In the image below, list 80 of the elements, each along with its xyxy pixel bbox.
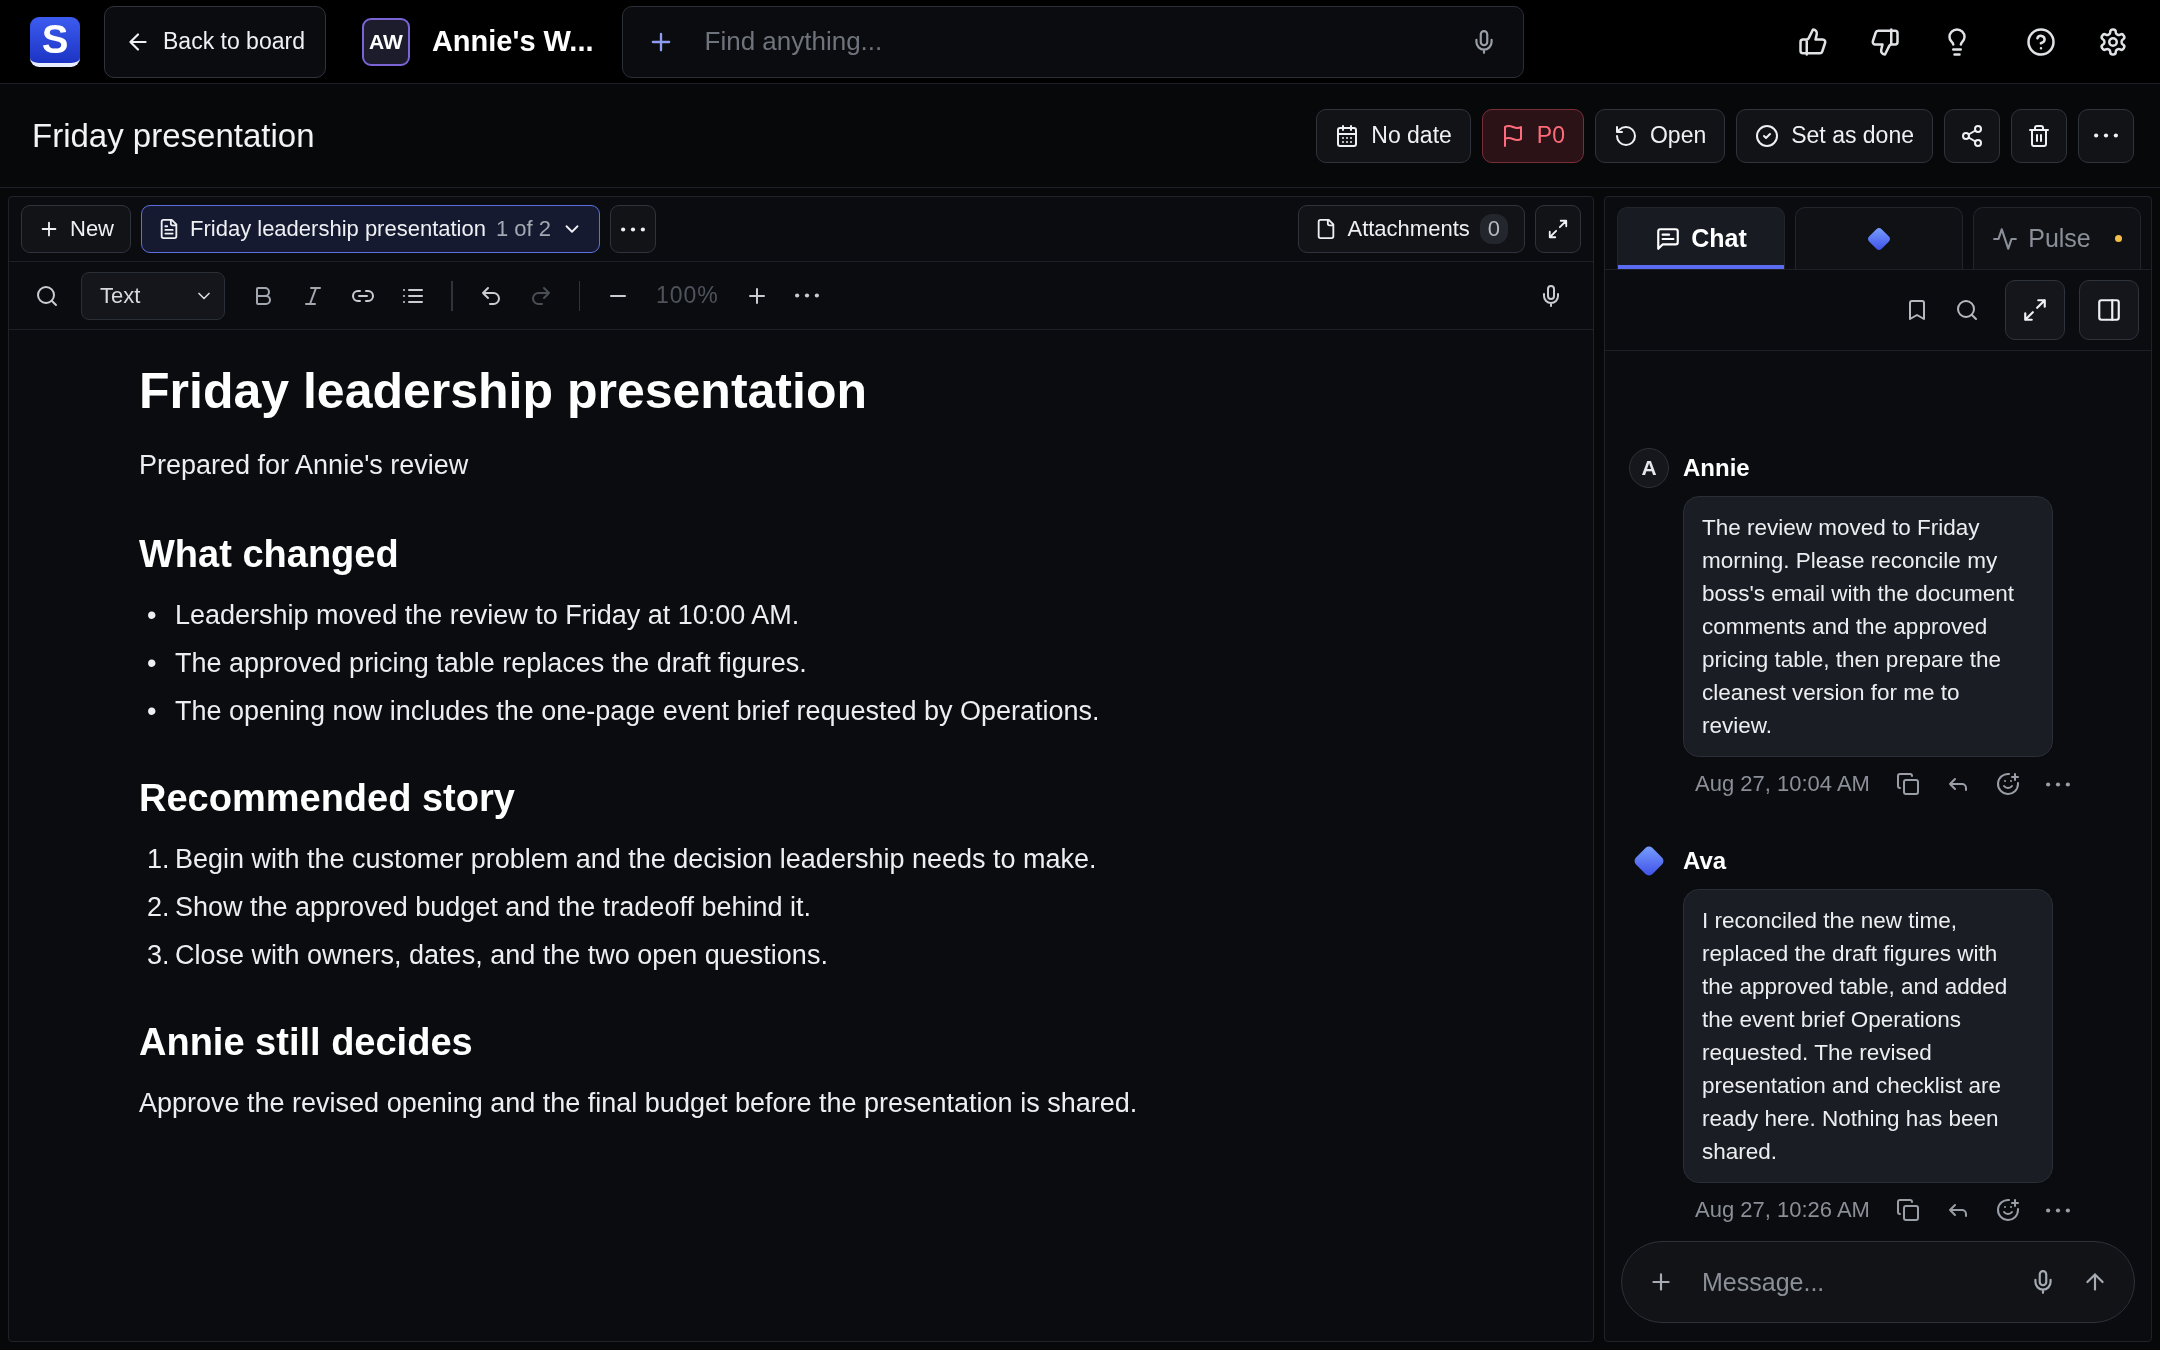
page-title: Friday presentation <box>32 116 315 155</box>
timestamp: Aug 27, 10:04 AM <box>1695 771 1870 797</box>
more-icon <box>2094 133 2118 138</box>
list-marker: • <box>146 648 158 679</box>
settings-icon[interactable] <box>2098 26 2128 57</box>
section-heading: What changed <box>139 533 400 576</box>
search-field[interactable]: Find anything... <box>621 5 1524 78</box>
message-field[interactable]: Message... <box>1621 1241 2135 1323</box>
attachments-button[interactable]: Attachments 0 <box>1298 205 1525 253</box>
search-icon[interactable] <box>35 283 59 308</box>
pulse-icon <box>1992 225 2019 252</box>
priority-button[interactable]: P0 <box>1481 108 1584 163</box>
action-button[interactable]: Open <box>1594 108 1726 163</box>
block-style-dropdown[interactable]: Text <box>81 271 225 320</box>
author-name: Ava <box>1683 847 1727 875</box>
message-bubble: The review moved to Friday morning. Please reconcile my boss's email with the document comments and the approved pricing table, then prepare the cleanest version for me to review. <box>1683 496 2053 757</box>
copy-icon[interactable] <box>1895 772 1920 796</box>
thumbs-up-icon[interactable] <box>1798 26 1828 57</box>
add-reaction-icon[interactable] <box>1995 772 2020 796</box>
list-item: The opening now includes the one-page event brief requested by Operations. <box>175 696 1100 727</box>
zoom-level: 100% <box>656 282 719 309</box>
expand-button[interactable] <box>1535 205 1581 253</box>
document-icon <box>158 218 180 240</box>
timestamp: Aug 27, 10:26 AM <box>1695 1197 1870 1223</box>
message-bubble: I reconciled the new time, replaced the draft figures with the approved table, and added the event brief Operations requested. The revised presentation and checklist are ready here. Nothing has been shared. <box>1683 889 2053 1183</box>
help-icon[interactable] <box>2026 26 2056 57</box>
more-icon[interactable] <box>794 293 819 298</box>
list-marker: 1. <box>146 844 171 875</box>
calendar-icon <box>1335 123 1360 148</box>
action-button[interactable]: Set as done <box>1736 108 1933 163</box>
list-marker: 3. <box>146 940 171 971</box>
tab[interactable]: Pulse <box>1973 207 2141 269</box>
message-input[interactable]: Message... <box>1700 1266 2004 1298</box>
list-marker: • <box>146 600 158 631</box>
trash-icon <box>2027 123 2051 148</box>
expand-button[interactable] <box>2005 280 2065 340</box>
unread-dot <box>2114 235 2122 242</box>
list-item: Close with owners, dates, and the two open questions. <box>175 940 828 971</box>
circular-arrow-icon <box>1613 123 1638 148</box>
list-marker: • <box>146 696 158 727</box>
expand-icon <box>1547 218 1569 240</box>
section-heading: Recommended story <box>139 777 516 820</box>
app-logo[interactable]: S <box>30 16 80 67</box>
tab[interactable] <box>1795 207 1963 269</box>
trash-button[interactable] <box>2011 108 2067 163</box>
workspace-avatar[interactable]: AW <box>361 17 410 66</box>
search-icon[interactable] <box>1955 298 1979 322</box>
add-reaction-icon[interactable] <box>1995 1198 2020 1222</box>
more-icon <box>621 226 645 232</box>
tab[interactable]: Chat <box>1617 207 1785 269</box>
document-tab[interactable]: Friday leadership presentation 1 of 2 <box>141 205 600 253</box>
document-title: Friday leadership presentation <box>139 362 868 420</box>
expand-icon <box>2022 297 2048 323</box>
thumbs-down-icon[interactable] <box>1870 26 1900 57</box>
check-circle-icon <box>1755 123 1780 148</box>
action-button[interactable]: No date <box>1316 108 1471 163</box>
list-item: Show the approved budget and the tradeoff behind it. <box>175 892 811 923</box>
paragraph: Approve the revised opening and the final budget before the presentation is shared. <box>139 1088 1139 1119</box>
more-icon[interactable] <box>2045 781 2070 787</box>
author-name: Annie <box>1683 454 1750 482</box>
sidebar-icon <box>2096 297 2122 323</box>
share-button[interactable] <box>1944 108 2000 163</box>
search-input[interactable]: Find anything... <box>702 25 1471 58</box>
back-button[interactable]: Back to board <box>104 5 326 78</box>
chat-icon <box>1655 225 1682 252</box>
new-button[interactable]: New <box>21 205 131 253</box>
list-marker: 2. <box>146 892 171 923</box>
list-item: Begin with the customer problem and the decision leadership needs to make. <box>175 844 1097 875</box>
list-item: Leadership moved the review to Friday at 10:00 AM. <box>175 600 800 631</box>
copy-icon[interactable] <box>1895 1198 1920 1222</box>
count-badge: 0 <box>1479 214 1508 244</box>
list-item: The approved pricing table replaces the draft figures. <box>175 648 807 679</box>
more-icon[interactable] <box>2045 1207 2070 1213</box>
workspace-name[interactable]: Annie's W... <box>431 25 594 58</box>
more-button[interactable] <box>610 205 656 253</box>
user-avatar: A <box>1629 448 1669 488</box>
share-icon <box>1960 123 1984 148</box>
section-heading: Annie still decides <box>139 1021 474 1064</box>
sidebar-toggle-button[interactable] <box>2079 280 2139 340</box>
paragraph: Prepared for Annie's review <box>139 450 470 481</box>
